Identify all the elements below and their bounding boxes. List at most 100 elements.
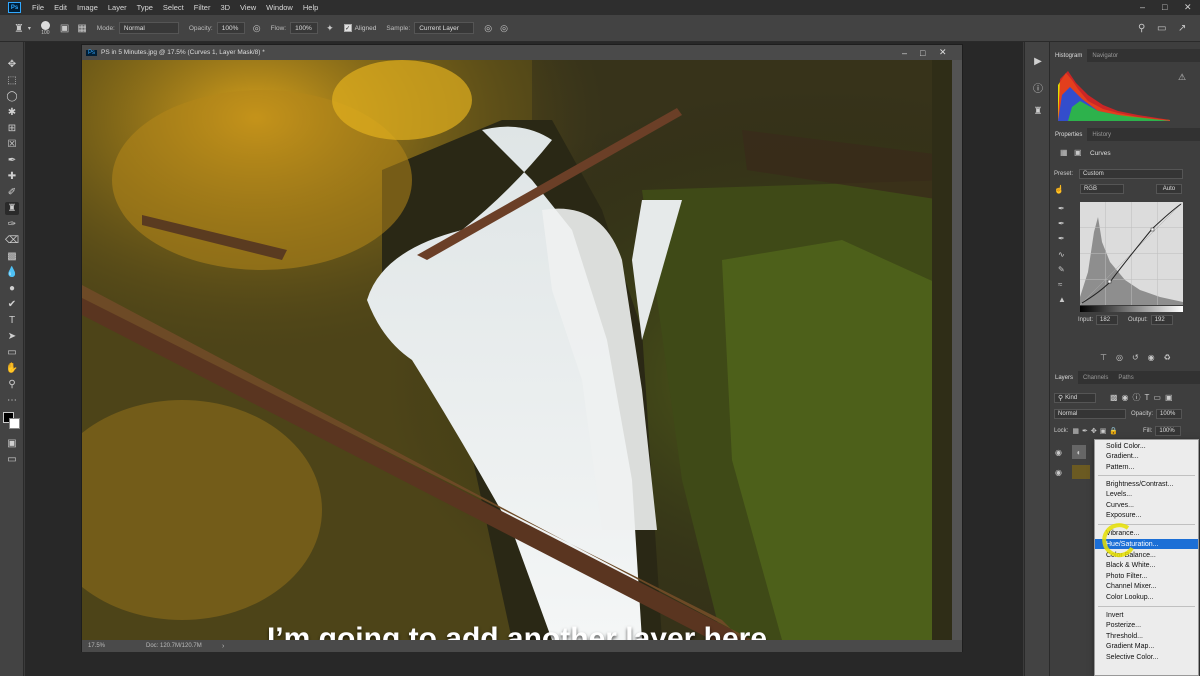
pencil-draw-icon[interactable]: ✎ — [1058, 265, 1065, 274]
healing-brush-tool-icon[interactable]: ✚ — [5, 170, 19, 183]
target-adjustment-icon[interactable]: ☝ — [1054, 185, 1064, 194]
menu-item-black-white[interactable]: Black & White... — [1095, 561, 1198, 571]
menu-item-selective-color[interactable]: Selective Color... — [1095, 652, 1198, 662]
menu-image[interactable]: Image — [72, 3, 103, 12]
clip-to-layer-icon[interactable]: ⊤ — [1100, 353, 1107, 362]
info-icon[interactable]: ⓘ — [1031, 80, 1045, 95]
move-tool-icon[interactable]: ✥ — [5, 58, 19, 71]
curves-graph[interactable] — [1080, 202, 1183, 305]
airbrush-icon[interactable]: ✦ — [326, 23, 334, 34]
eraser-tool-icon[interactable]: ⌫ — [5, 234, 19, 247]
path-selection-tool-icon[interactable]: ➤ — [5, 330, 19, 343]
channel-select[interactable]: RGB — [1079, 184, 1124, 194]
lasso-tool-icon[interactable]: ◯ — [5, 90, 19, 103]
quick-mask-icon[interactable]: ▣ — [5, 437, 19, 450]
menu-file[interactable]: File — [27, 3, 49, 12]
menu-item-pattern[interactable]: Pattern... — [1095, 462, 1198, 472]
dodge-tool-icon[interactable]: ● — [5, 282, 19, 295]
tab-histogram[interactable]: Histogram — [1050, 49, 1088, 62]
play-icon[interactable]: ▶ — [1031, 54, 1045, 68]
aligned-checkbox[interactable]: ✓ — [343, 24, 352, 32]
menu-item-channel-mixer[interactable]: Channel Mixer... — [1095, 582, 1198, 592]
menu-item-levels[interactable]: Levels... — [1095, 490, 1198, 500]
crop-tool-icon[interactable]: ⊞ — [5, 122, 19, 135]
brush-tool-icon[interactable]: ✐ — [5, 186, 19, 199]
sample-white-point-icon[interactable]: ✒ — [1058, 234, 1065, 243]
menu-item-invert[interactable]: Invert — [1095, 610, 1198, 620]
type-tool-icon[interactable]: T — [5, 314, 19, 327]
menu-item-solid-color[interactable]: Solid Color... — [1095, 441, 1198, 451]
doc-maximize-icon[interactable]: □ — [920, 48, 925, 58]
photo-canvas[interactable]: I’m going to add another layer here — [82, 60, 952, 640]
menu-item-threshold[interactable]: Threshold... — [1095, 631, 1198, 641]
clone-stamp-tool-icon[interactable]: ♜ — [14, 22, 24, 35]
mask-icon[interactable]: ▣ — [1074, 148, 1082, 157]
ignore-adjustment-layers-icon[interactable]: ◎ — [484, 23, 492, 34]
brush-settings-icon[interactable]: ▣ — [60, 23, 69, 34]
rectangle-tool-icon[interactable]: ▭ — [5, 346, 19, 359]
menu-layer[interactable]: Layer — [103, 3, 132, 12]
clone-source-icon[interactable]: ♜ — [1031, 104, 1045, 118]
background-color-swatch[interactable] — [9, 418, 20, 429]
doc-close-icon[interactable]: ✕ — [939, 47, 947, 58]
eyedropper-tool-icon[interactable]: ✒ — [5, 154, 19, 167]
smooth-curve-icon[interactable]: ≈ — [1058, 280, 1062, 289]
opacity-input[interactable]: 100% — [216, 22, 245, 34]
mode-select[interactable]: Normal — [118, 22, 179, 34]
menu-item-photo-filter[interactable]: Photo Filter... — [1095, 571, 1198, 581]
blur-tool-icon[interactable]: 💧 — [5, 266, 19, 279]
reset-icon[interactable]: ↺ — [1132, 353, 1139, 362]
menu-3d[interactable]: 3D — [215, 3, 235, 12]
sample-black-point-icon[interactable]: ✒ — [1058, 204, 1065, 213]
tab-properties[interactable]: Properties — [1050, 128, 1088, 141]
menu-edit[interactable]: Edit — [49, 3, 72, 12]
pressure-opacity-icon[interactable]: ◎ — [253, 23, 261, 34]
menu-select[interactable]: Select — [158, 3, 189, 12]
brush-preset-picker[interactable]: 100 — [40, 20, 50, 36]
trash-icon[interactable]: ♻ — [1164, 353, 1171, 362]
close-icon[interactable]: ✕ — [1184, 2, 1192, 13]
menu-type[interactable]: Type — [132, 3, 158, 12]
auto-button[interactable]: Auto — [1155, 184, 1182, 194]
visibility-icon[interactable]: ◉ — [1148, 353, 1155, 362]
clone-stamp-tool-icon[interactable]: ♜ — [5, 202, 19, 215]
menu-item-curves[interactable]: Curves... — [1095, 500, 1198, 510]
tab-navigator[interactable]: Navigator — [1087, 49, 1123, 62]
menu-view[interactable]: View — [235, 3, 261, 12]
input-field[interactable]: 182 — [1096, 315, 1119, 325]
fill-input[interactable]: 100% — [1155, 426, 1182, 436]
doc-minimize-icon[interactable]: – — [902, 48, 907, 58]
menu-item-gradient-map[interactable]: Gradient Map... — [1095, 642, 1198, 652]
tab-channels[interactable]: Channels — [1078, 371, 1113, 384]
document-tab[interactable]: Ps PS in 5 Minutes.jpg @ 17.5% (Curves 1… — [82, 45, 962, 60]
curve-edit-icon[interactable]: ∿ — [1058, 250, 1065, 259]
flow-input[interactable]: 100% — [290, 22, 319, 34]
blend-mode-select[interactable]: Normal — [1054, 409, 1126, 419]
sample-gray-point-icon[interactable]: ✒ — [1058, 219, 1065, 228]
view-previous-icon[interactable]: ◎ — [1116, 353, 1123, 362]
marquee-tool-icon[interactable]: ⬚ — [5, 74, 19, 87]
tab-history[interactable]: History — [1087, 128, 1116, 141]
zoom-tool-icon[interactable]: ⚲ — [5, 378, 19, 391]
maximize-icon[interactable]: □ — [1162, 2, 1167, 12]
menu-item-brightness-contrast[interactable]: Brightness/Contrast... — [1095, 479, 1198, 489]
chevron-down-icon[interactable]: ▾ — [28, 25, 31, 32]
zoom-level[interactable]: 17.5% — [88, 643, 128, 649]
share-icon[interactable]: ↗ — [1178, 23, 1186, 34]
output-field[interactable]: 192 — [1150, 315, 1173, 325]
eye-icon[interactable]: ◉ — [1055, 448, 1062, 457]
screen-mode-icon[interactable]: ▭ — [5, 453, 19, 466]
kind-filter-select[interactable]: ⚲ Kind — [1054, 392, 1096, 403]
pen-tool-icon[interactable]: ✔ — [5, 298, 19, 311]
history-brush-tool-icon[interactable]: ✑ — [5, 218, 19, 231]
quick-select-tool-icon[interactable]: ✱ — [5, 106, 19, 119]
menu-item-color-lookup[interactable]: Color Lookup... — [1095, 592, 1198, 602]
chevron-right-icon[interactable]: › — [222, 643, 224, 650]
sample-select[interactable]: Current Layer — [414, 22, 475, 34]
clipping-warning-icon[interactable]: ▲ — [1058, 295, 1066, 304]
preset-select[interactable]: Custom — [1079, 169, 1184, 179]
minimize-icon[interactable]: – — [1140, 2, 1145, 12]
clone-source-icon[interactable]: ▦ — [77, 23, 86, 34]
menu-item-gradient[interactable]: Gradient... — [1095, 452, 1198, 462]
layer-filter-icons[interactable]: ▩◉ⓘT▭▣ — [1110, 392, 1177, 403]
